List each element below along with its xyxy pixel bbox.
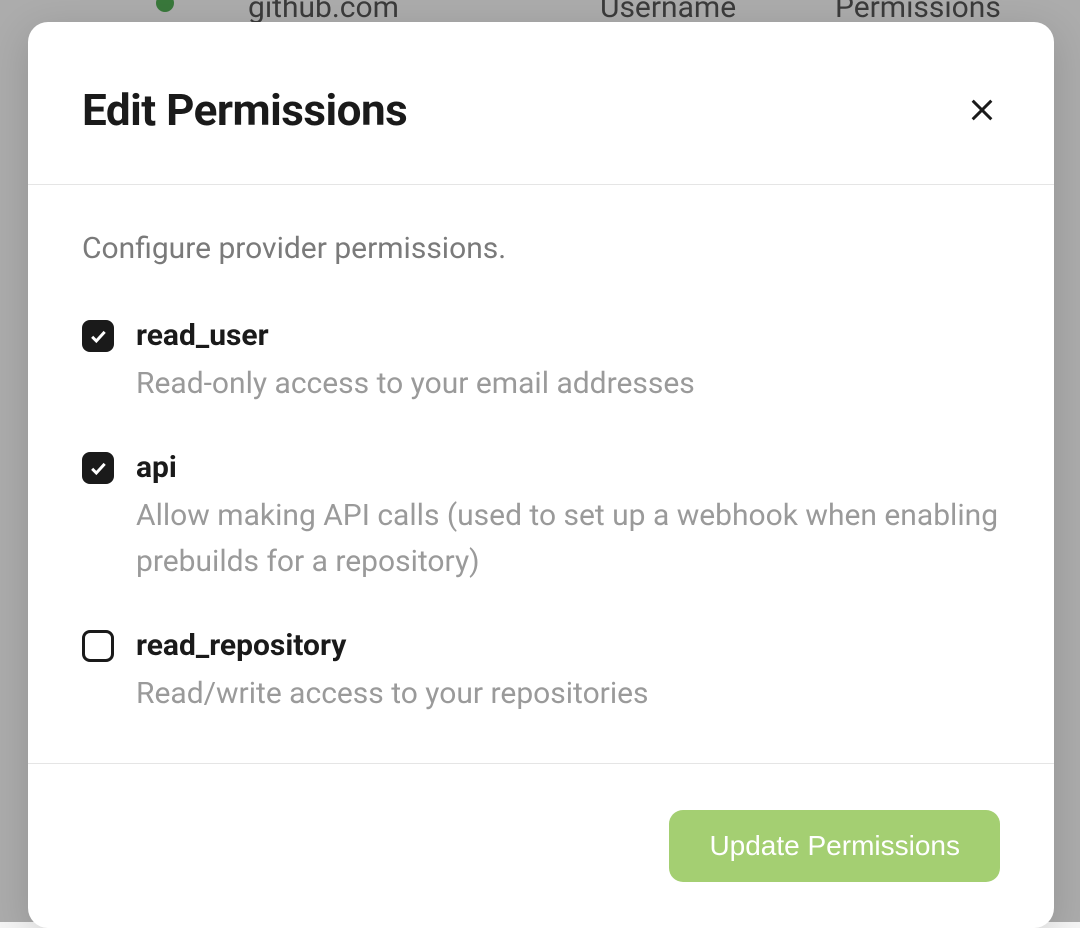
permission-description: Read-only access to your email addresses [136, 361, 1000, 408]
close-icon [966, 94, 998, 126]
checkbox-read-user[interactable] [82, 320, 114, 352]
update-permissions-button[interactable]: Update Permissions [669, 810, 1000, 882]
permission-content: read_user Read-only access to your email… [136, 318, 1000, 408]
modal-footer: Update Permissions [28, 763, 1054, 928]
modal-title: Edit Permissions [82, 84, 407, 136]
permission-content: read_repository Read/write access to you… [136, 628, 1000, 718]
permission-name: api [136, 450, 1000, 485]
permission-name: read_user [136, 318, 1000, 353]
modal-body: Configure provider permissions. read_use… [28, 185, 1054, 763]
permission-item-read-user: read_user Read-only access to your email… [82, 318, 1000, 408]
permission-content: api Allow making API calls (used to set … [136, 450, 1000, 586]
checkbox-read-repository[interactable] [82, 630, 114, 662]
checkbox-api[interactable] [82, 452, 114, 484]
permission-item-read-repository: read_repository Read/write access to you… [82, 628, 1000, 718]
check-icon [88, 326, 108, 346]
permission-description: Read/write access to your repositories [136, 671, 1000, 718]
permission-description: Allow making API calls (used to set up a… [136, 493, 1000, 586]
check-icon [88, 458, 108, 478]
modal-header: Edit Permissions [28, 22, 1054, 185]
close-button[interactable] [964, 92, 1000, 128]
permission-name: read_repository [136, 628, 1000, 663]
edit-permissions-modal: Edit Permissions Configure provider perm… [28, 22, 1054, 928]
modal-description: Configure provider permissions. [82, 231, 1000, 266]
permission-item-api: api Allow making API calls (used to set … [82, 450, 1000, 586]
